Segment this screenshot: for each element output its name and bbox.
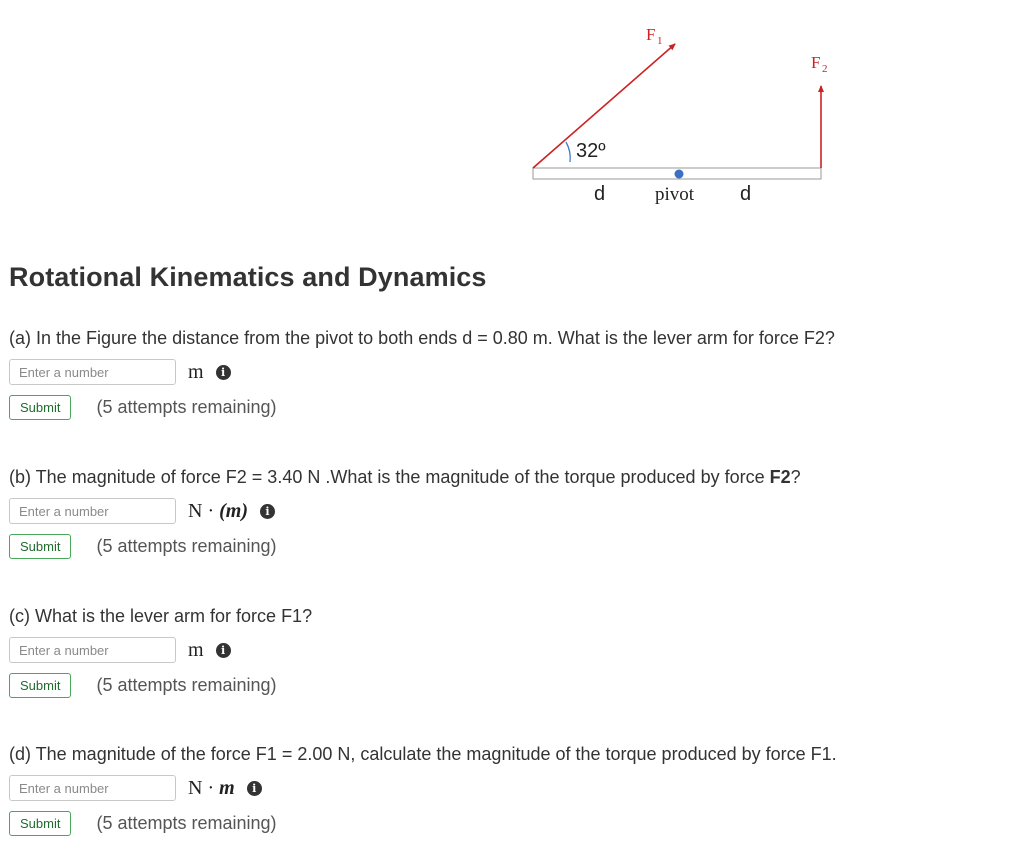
- svg-text:F: F: [811, 53, 820, 72]
- angle-label: 32º: [576, 140, 606, 162]
- attempts-c-text: (5 attempts remaining): [96, 674, 277, 695]
- answer-c-input[interactable]: [9, 637, 176, 663]
- attempts-b-text: (5 attempts remaining): [96, 535, 277, 556]
- f2-label: F 2: [811, 53, 828, 75]
- question-b: (b) The magnitude of force F2 = 3.40 N .…: [9, 466, 801, 559]
- question-c: (c) What is the lever arm for force F1? …: [9, 605, 312, 698]
- pivot-dot: [674, 169, 684, 179]
- page-title: Rotational Kinematics and Dynamics: [9, 262, 487, 292]
- info-circle-icon[interactable]: i: [215, 364, 231, 380]
- answer-d-unit: N · m: [188, 776, 235, 799]
- answer-d-input[interactable]: [9, 775, 176, 801]
- attempts-a-text: (5 attempts remaining): [96, 396, 277, 417]
- submit-d-button[interactable]: Submit: [9, 810, 72, 836]
- submit-c-button[interactable]: Submit: [9, 672, 72, 698]
- info-circle-icon[interactable]: i: [246, 780, 262, 796]
- question-a-text: (a) In the Figure the distance from the …: [9, 328, 835, 348]
- lever-figure: 32º F 1 F 2 d pivot d: [532, 25, 828, 205]
- submit-a-button[interactable]: Submit: [9, 394, 72, 420]
- svg-text:F: F: [646, 25, 655, 44]
- svg-text:2: 2: [822, 63, 828, 75]
- info-circle-icon[interactable]: i: [260, 503, 276, 519]
- answer-b-input[interactable]: [9, 498, 176, 524]
- question-a: (a) In the Figure the distance from the …: [9, 327, 835, 420]
- answer-a-input[interactable]: [9, 359, 176, 385]
- question-d: (d) The magnitude of the force F1 = 2.00…: [9, 743, 837, 836]
- question-d-text: (d) The magnitude of the force F1 = 2.00…: [9, 744, 837, 764]
- submit-b-button[interactable]: Submit: [9, 533, 72, 559]
- pivot-label: pivot: [655, 184, 695, 205]
- d-left-label: d: [594, 183, 605, 205]
- question-b-text: (b) The magnitude of force F2 = 3.40 N .…: [9, 467, 801, 487]
- svg-text:1: 1: [657, 35, 663, 47]
- f1-label: F 1: [646, 25, 663, 47]
- answer-a-unit: m: [188, 360, 204, 383]
- angle-arc: [565, 141, 571, 163]
- attempts-d-text: (5 attempts remaining): [96, 812, 277, 833]
- d-right-label: d: [740, 183, 751, 205]
- info-circle-icon[interactable]: i: [215, 642, 231, 658]
- answer-b-unit: N · (m): [188, 499, 249, 522]
- answer-c-unit: m: [188, 638, 204, 661]
- question-c-text: (c) What is the lever arm for force F1?: [9, 606, 313, 626]
